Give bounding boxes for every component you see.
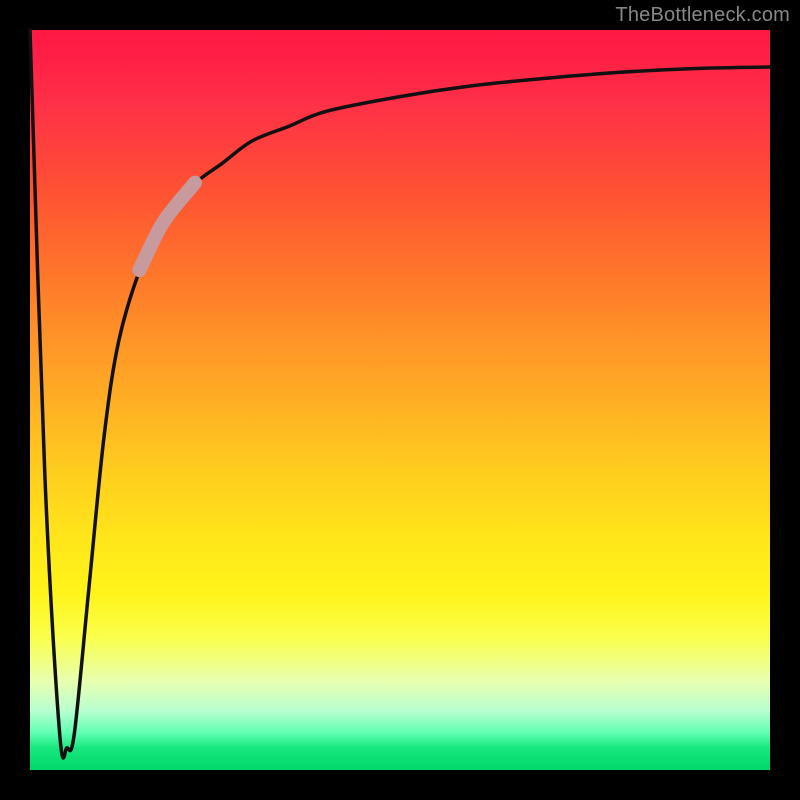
curve-svg bbox=[30, 30, 770, 770]
plot-area bbox=[30, 30, 770, 770]
chart-frame: TheBottleneck.com bbox=[0, 0, 800, 800]
attribution-label: TheBottleneck.com bbox=[615, 4, 790, 27]
bottleneck-curve bbox=[30, 30, 770, 758]
highlight-band bbox=[139, 183, 195, 270]
